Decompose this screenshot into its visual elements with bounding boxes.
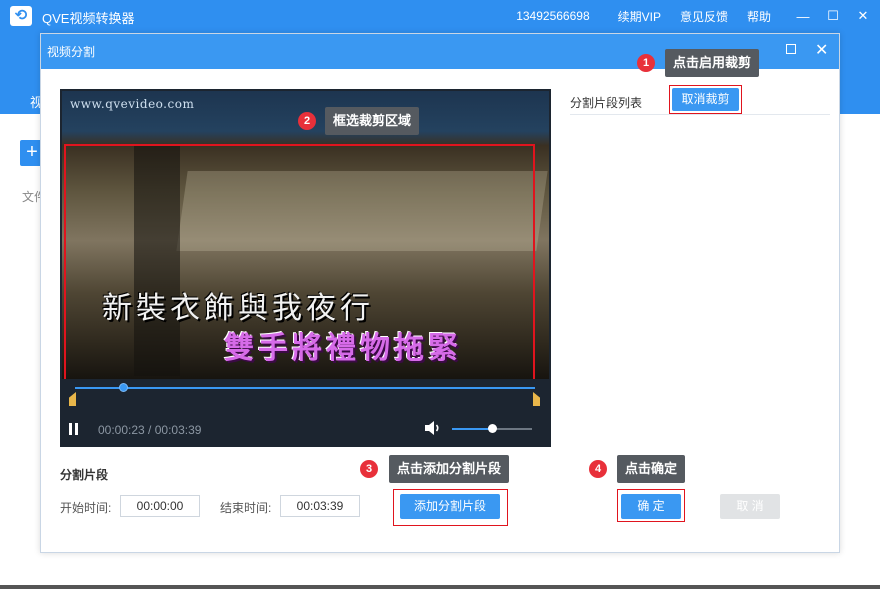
callout-tip-2: 框选裁剪区域 (325, 107, 420, 135)
segment-start-marker[interactable] (69, 392, 76, 406)
time-readout: 00:00:23 / 00:03:39 (98, 423, 201, 437)
volume-handle[interactable] (487, 424, 497, 433)
app-top-right-menu: 13492566698 续期VIP 意见反馈 帮助 — ☐ ✕ (516, 0, 880, 32)
video-subtitle-line2: 雙手將禮物拖緊 (224, 331, 462, 366)
time-separator: / (144, 423, 155, 437)
video-watermark: www.qvevideo.com (70, 97, 195, 111)
window-bottom-edge (0, 585, 880, 589)
pause-icon[interactable] (68, 423, 80, 436)
callout-badge-4: 4 (589, 460, 607, 478)
video-frame[interactable]: www.qvevideo.com 新裝衣飾與我夜行 雙手將禮物拖緊 (62, 91, 549, 379)
app-title: QVE视频转换器 (42, 11, 135, 26)
add-segment-button[interactable]: 添加分割片段 (400, 494, 500, 519)
callout-tip-1: 点击启用裁剪 (665, 49, 760, 77)
maximize-icon[interactable]: ☐ (820, 8, 846, 24)
segment-section-title: 分割片段 (60, 468, 109, 482)
cancel-crop-button[interactable]: 取消裁剪 (672, 88, 739, 111)
cancel-button[interactable]: 取 消 (720, 494, 780, 519)
segment-end-marker[interactable] (533, 392, 540, 406)
progress-track[interactable] (75, 387, 535, 389)
end-time-input[interactable] (280, 495, 360, 517)
close-icon[interactable]: ✕ (850, 8, 876, 24)
segment-list-divider (570, 114, 830, 115)
confirm-button[interactable]: 确 定 (621, 494, 681, 519)
callout-tip-4: 点击确定 (617, 455, 686, 483)
minimize-icon[interactable]: — (790, 9, 816, 24)
dialog-close-icon[interactable]: ✕ (815, 40, 828, 60)
dialog-title: 视频分割 (47, 45, 96, 59)
end-time-label: 结束时间: (220, 501, 272, 515)
account-phone: 13492566698 (516, 9, 590, 23)
progress-handle[interactable] (118, 383, 128, 392)
volume-icon[interactable] (424, 420, 442, 436)
app-logo-icon: ⟲ (10, 6, 32, 26)
callout-badge-3: 3 (360, 460, 378, 478)
start-time-input[interactable] (120, 495, 200, 517)
total-time: 00:03:39 (154, 423, 202, 437)
callout-tip-3: 点击添加分割片段 (389, 455, 510, 483)
current-time: 00:00:23 (98, 423, 145, 437)
app-titlebar: ⟲ QVE视频转换器 13492566698 续期VIP 意见反馈 帮助 — ☐… (0, 0, 880, 32)
volume-fill (452, 428, 492, 430)
video-subtitle-line1: 新裝衣飾與我夜行 (102, 291, 374, 326)
feedback-link[interactable]: 意见反馈 (680, 8, 728, 25)
segment-list-label: 分割片段列表 (570, 96, 643, 110)
callout-badge-1: 1 (637, 54, 655, 72)
start-time-label: 开始时间: (60, 501, 112, 515)
video-player: www.qvevideo.com 新裝衣飾與我夜行 雙手將禮物拖緊 00:00:… (60, 89, 551, 447)
help-link[interactable]: 帮助 (747, 8, 771, 25)
dialog-maximize-icon[interactable] (786, 44, 796, 54)
renew-vip-link[interactable]: 续期VIP (618, 8, 661, 25)
callout-badge-2: 2 (298, 112, 316, 130)
